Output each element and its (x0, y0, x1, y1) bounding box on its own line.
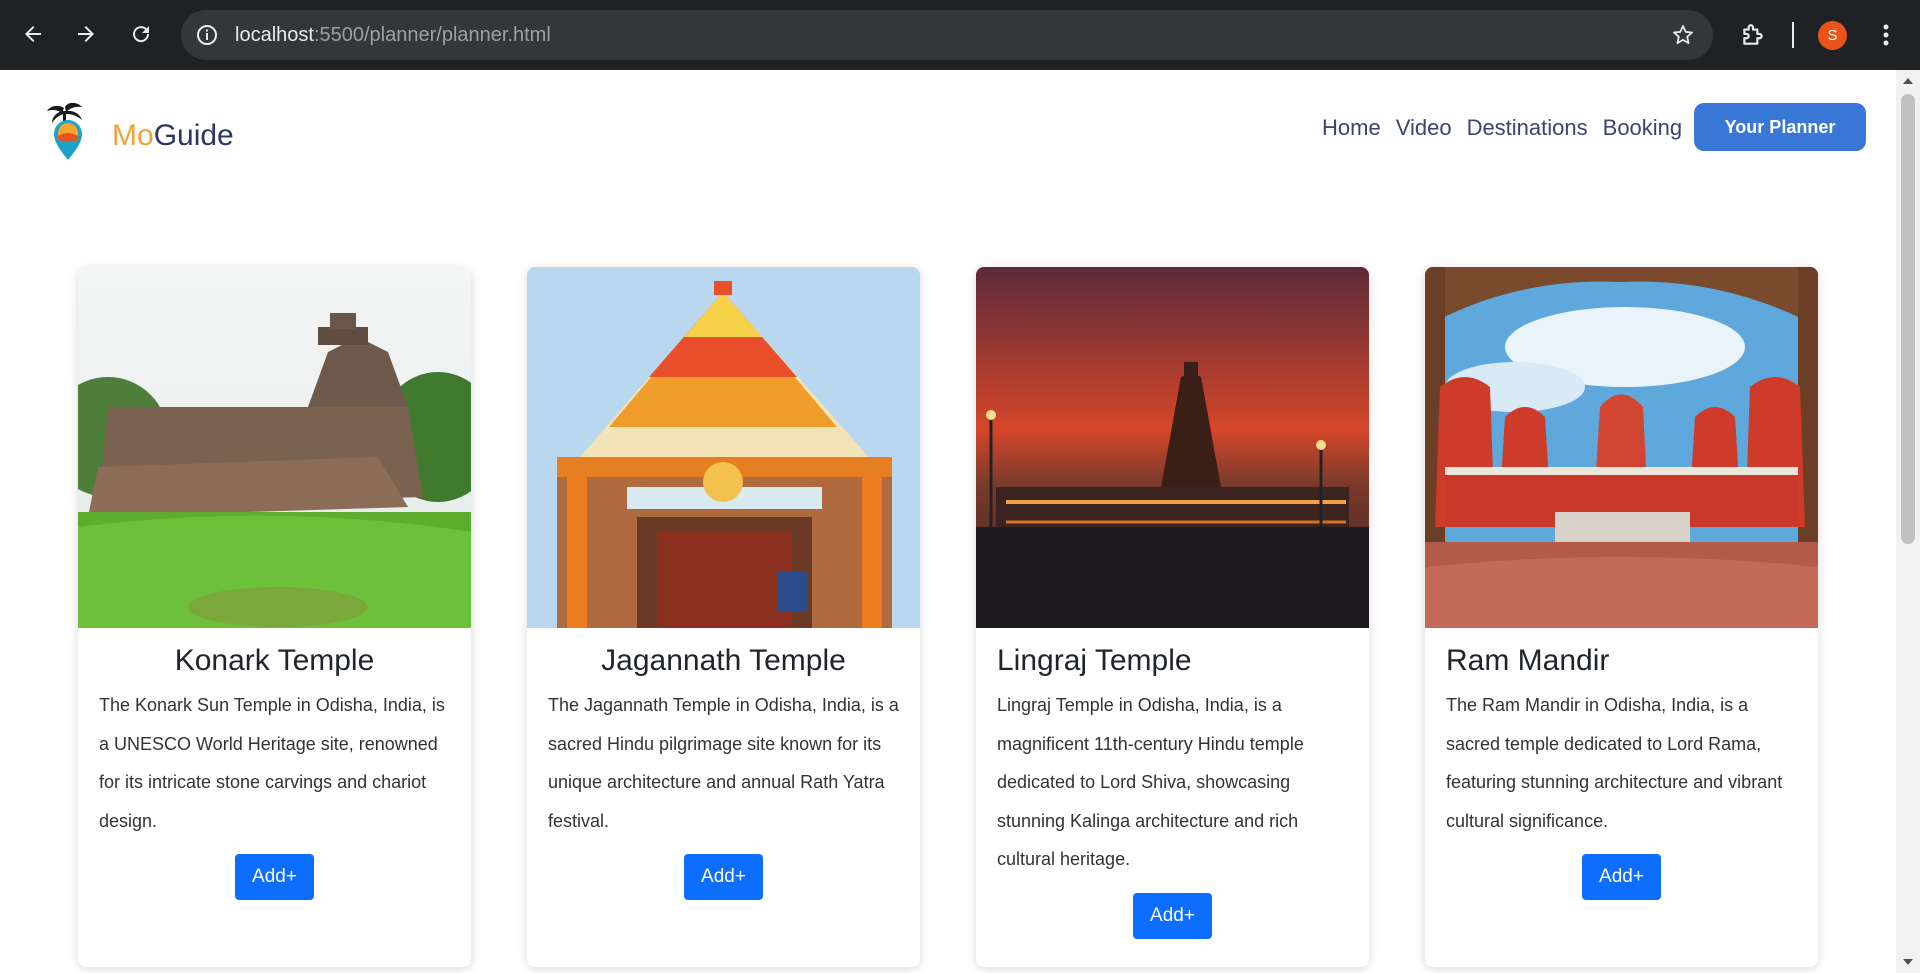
add-to-planner-button[interactable]: Add+ (684, 854, 763, 900)
moguide-logo-icon[interactable] (44, 102, 92, 162)
nav-destinations-link[interactable]: Destinations (1467, 115, 1588, 141)
url-text[interactable]: localhost:5500/planner/planner.html (235, 10, 551, 60)
your-planner-button[interactable]: Your Planner (1694, 103, 1866, 151)
card-title: Jagannath Temple (601, 644, 846, 677)
konark-temple-image (78, 267, 471, 628)
card-description: Lingraj Temple in Odisha, India, is a ma… (997, 695, 1304, 869)
brand-name[interactable]: MoGuide (112, 119, 234, 153)
brand-guide: Guide (153, 119, 234, 152)
add-to-planner-button[interactable]: Add+ (1582, 854, 1661, 900)
nav-video-link[interactable]: Video (1396, 115, 1452, 141)
scroll-up-arrow-icon[interactable] (1903, 78, 1913, 84)
address-bar[interactable]: localhost:5500/planner/planner.html (181, 10, 1713, 60)
card-description: The Ram Mandir in Odisha, India, is a sa… (1446, 695, 1783, 831)
reload-icon[interactable] (124, 17, 158, 51)
main-nav: Home Video Destinations Booking (1322, 115, 1697, 141)
ram-mandir-image (1425, 267, 1818, 628)
brand-mo: Mo (112, 119, 154, 152)
back-icon[interactable] (16, 17, 50, 51)
add-to-planner-button[interactable]: Add+ (1133, 892, 1212, 939)
url-path: :5500/planner/planner.html (313, 24, 551, 46)
card-title: Konark Temple (174, 644, 375, 677)
jagannath-temple-image (527, 267, 920, 628)
site-info-icon[interactable] (195, 23, 219, 47)
nav-home-link[interactable]: Home (1322, 115, 1381, 141)
card-description: The Jagannath Temple in Odisha, India, i… (548, 695, 899, 831)
destination-card-ram-mandir: Ram Mandir The Ram Mandir in Odisha, Ind… (1425, 267, 1818, 967)
destination-card-jagannath: Jagannath Temple The Jagannath Temple in… (527, 267, 920, 967)
browser-toolbar: localhost:5500/planner/planner.html S (0, 0, 1920, 70)
url-host: localhost (235, 24, 314, 46)
profile-avatar[interactable]: S (1818, 21, 1847, 50)
card-title: Lingraj Temple (997, 644, 1192, 677)
lingraj-temple-image (976, 267, 1369, 628)
destination-card-konark: Konark Temple The Konark Sun Temple in O… (78, 267, 471, 967)
toolbar-divider (1792, 22, 1794, 48)
nav-booking-link[interactable]: Booking (1603, 115, 1683, 141)
card-title: Ram Mandir (1446, 644, 1610, 677)
add-to-planner-button[interactable]: Add+ (235, 854, 314, 900)
scroll-down-arrow-icon[interactable] (1903, 959, 1913, 965)
bookmark-star-icon[interactable] (1671, 23, 1695, 47)
more-menu-icon[interactable] (1876, 20, 1896, 50)
forward-icon[interactable] (69, 17, 103, 51)
destination-card-lingraj: Lingraj Temple Lingraj Temple in Odisha,… (976, 267, 1369, 967)
site-header: MoGuide Home Video Destinations Booking (0, 70, 1896, 190)
extensions-icon[interactable] (1740, 22, 1766, 48)
page-scrollbar[interactable] (1896, 70, 1920, 973)
scrollbar-thumb[interactable] (1901, 94, 1915, 544)
card-description: The Konark Sun Temple in Odisha, India, … (99, 695, 445, 831)
